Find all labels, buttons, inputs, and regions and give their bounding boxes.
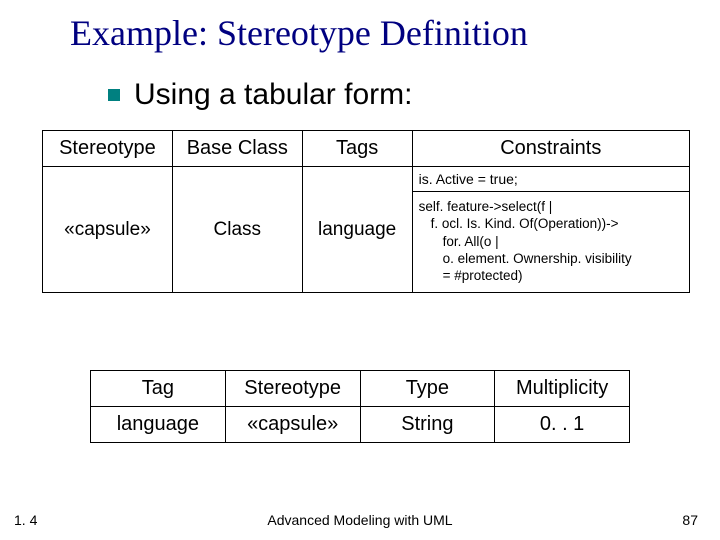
th-type: Type xyxy=(360,371,495,407)
cell-stereotype: «capsule» xyxy=(43,167,173,293)
slide-title: Example: Stereotype Definition xyxy=(70,12,528,54)
constraint-line: self. feature->select(f | xyxy=(419,199,553,214)
constraint-line: o. element. Ownership. visibility xyxy=(443,251,632,266)
cell-base-class: Class xyxy=(172,167,302,293)
bullet-row: Using a tabular form: xyxy=(108,78,412,112)
constraint-line: f. ocl. Is. Kind. Of(Operation))-> xyxy=(431,216,619,231)
cell-tag: language xyxy=(91,407,226,443)
constraint-line: for. All(o | xyxy=(443,234,499,249)
table-header-row: Stereotype Base Class Tags Constraints xyxy=(43,131,690,167)
cell-constraint-active: is. Active = true; xyxy=(412,167,689,192)
page-number: 87 xyxy=(682,512,698,528)
stereotype-table: Stereotype Base Class Tags Constraints «… xyxy=(42,130,690,293)
th-tag: Tag xyxy=(91,371,226,407)
cell-multiplicity: 0. . 1 xyxy=(495,407,630,443)
th-multiplicity: Multiplicity xyxy=(495,371,630,407)
th-constraints: Constraints xyxy=(412,131,689,167)
footer-center: Advanced Modeling with UML xyxy=(0,512,720,528)
cell-tags: language xyxy=(302,167,412,293)
cell-constraint-body: self. feature->select(f | f. ocl. Is. Ki… xyxy=(412,192,689,293)
square-bullet-icon xyxy=(108,89,120,101)
slide: Example: Stereotype Definition Using a t… xyxy=(0,0,720,540)
table-row: language «capsule» String 0. . 1 xyxy=(91,407,630,443)
th-stereotype: Stereotype xyxy=(43,131,173,167)
table-row: «capsule» Class language is. Active = tr… xyxy=(43,167,690,192)
table-header-row: Tag Stereotype Type Multiplicity xyxy=(91,371,630,407)
constraint-line: = #protected) xyxy=(443,268,523,283)
cell-stereotype2: «capsule» xyxy=(225,407,360,443)
cell-type: String xyxy=(360,407,495,443)
th-base-class: Base Class xyxy=(172,131,302,167)
th-tags: Tags xyxy=(302,131,412,167)
tag-table: Tag Stereotype Type Multiplicity languag… xyxy=(90,370,630,443)
th-stereotype2: Stereotype xyxy=(225,371,360,407)
bullet-text: Using a tabular form: xyxy=(134,78,412,112)
